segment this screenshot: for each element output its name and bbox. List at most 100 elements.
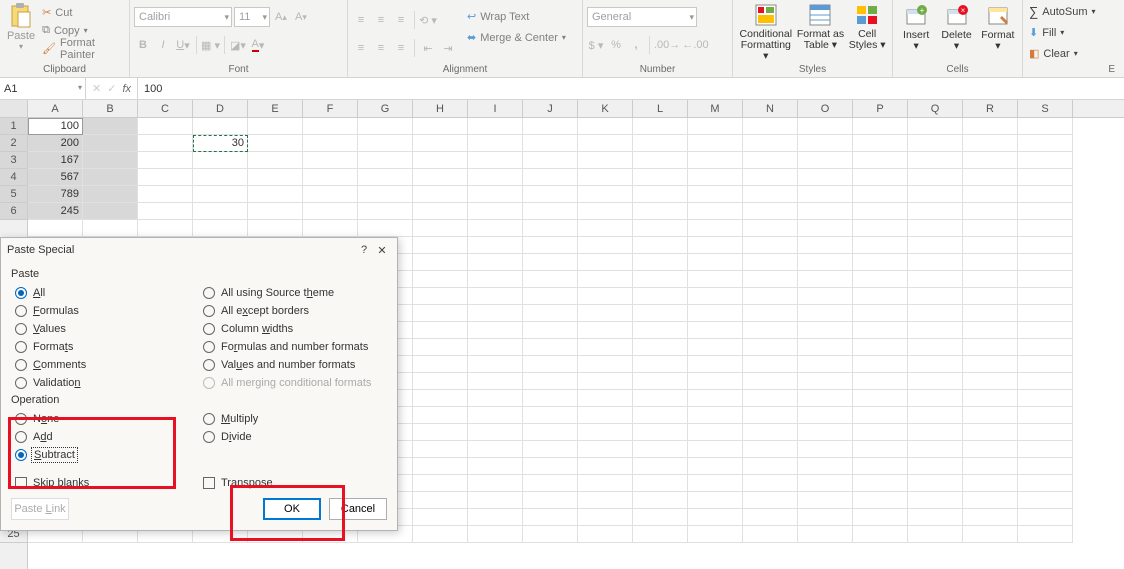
- enter-formula-icon[interactable]: ✓: [107, 82, 116, 95]
- align-left-button[interactable]: ≡: [352, 38, 370, 58]
- cell-J5[interactable]: [523, 186, 578, 203]
- row-header-4[interactable]: 4: [0, 169, 27, 186]
- cell-O1[interactable]: [798, 118, 853, 135]
- comma-button[interactable]: ,: [627, 35, 645, 55]
- cell-L6[interactable]: [633, 203, 688, 220]
- radio-all[interactable]: All: [11, 284, 199, 302]
- cell-H3[interactable]: [413, 152, 468, 169]
- cell-J24[interactable]: [523, 509, 578, 526]
- cell-K24[interactable]: [578, 509, 633, 526]
- radio-vnf[interactable]: Values and number formats: [199, 356, 387, 374]
- cell-O3[interactable]: [798, 152, 853, 169]
- cell-K25[interactable]: [578, 526, 633, 543]
- border-button[interactable]: ▦ ▾: [201, 35, 220, 55]
- row-header-3[interactable]: 3: [0, 152, 27, 169]
- cell-L1[interactable]: [633, 118, 688, 135]
- cell-S5[interactable]: [1018, 186, 1073, 203]
- cell-D5[interactable]: [193, 186, 248, 203]
- align-bottom-button[interactable]: ≡: [392, 10, 410, 30]
- cell-F5[interactable]: [303, 186, 358, 203]
- radio-multiply[interactable]: Multiply: [199, 410, 387, 428]
- cell-N5[interactable]: [743, 186, 798, 203]
- cell-F6[interactable]: [303, 203, 358, 220]
- cell-L3[interactable]: [633, 152, 688, 169]
- clear-button[interactable]: ◧Clear▾: [1027, 45, 1098, 62]
- cell-I6[interactable]: [468, 203, 523, 220]
- cell-J3[interactable]: [523, 152, 578, 169]
- cell-M5[interactable]: [688, 186, 743, 203]
- cell-R2[interactable]: [963, 135, 1018, 152]
- cell-K3[interactable]: [578, 152, 633, 169]
- radio-comments[interactable]: Comments: [11, 356, 199, 374]
- cell-M4[interactable]: [688, 169, 743, 186]
- cell-I2[interactable]: [468, 135, 523, 152]
- radio-divide[interactable]: Divide: [199, 428, 387, 446]
- cell-P5[interactable]: [853, 186, 908, 203]
- cell-M1[interactable]: [688, 118, 743, 135]
- cell-B1[interactable]: [83, 118, 138, 135]
- cell-I4[interactable]: [468, 169, 523, 186]
- cell-I1[interactable]: [468, 118, 523, 135]
- cell-E6[interactable]: [248, 203, 303, 220]
- cell-S1[interactable]: [1018, 118, 1073, 135]
- cell-O2[interactable]: [798, 135, 853, 152]
- fill-button[interactable]: ⬇Fill▾: [1027, 24, 1098, 41]
- cell-A1[interactable]: 100: [28, 118, 83, 135]
- cell-O4[interactable]: [798, 169, 853, 186]
- cell-R3[interactable]: [963, 152, 1018, 169]
- radio-col-widths[interactable]: Column widths: [199, 320, 387, 338]
- radio-values[interactable]: Values: [11, 320, 199, 338]
- orientation-button[interactable]: ⟲ ▾: [419, 10, 437, 30]
- cell-I24[interactable]: [468, 509, 523, 526]
- cell-O5[interactable]: [798, 186, 853, 203]
- cell-Q6[interactable]: [908, 203, 963, 220]
- cell-M6[interactable]: [688, 203, 743, 220]
- increase-font-button[interactable]: A▴: [272, 7, 290, 27]
- cell-R1[interactable]: [963, 118, 1018, 135]
- cell-I25[interactable]: [468, 526, 523, 543]
- fill-color-button[interactable]: ◪ ▾: [229, 35, 247, 55]
- cell-N6[interactable]: [743, 203, 798, 220]
- cell-Q25[interactable]: [908, 526, 963, 543]
- cell-P2[interactable]: [853, 135, 908, 152]
- row-header-1[interactable]: 1: [0, 118, 27, 135]
- cell-M3[interactable]: [688, 152, 743, 169]
- cell-B6[interactable]: [83, 203, 138, 220]
- cell-E5[interactable]: [248, 186, 303, 203]
- bold-button[interactable]: B: [134, 35, 152, 55]
- radio-theme[interactable]: All using Source theme: [199, 284, 387, 302]
- format-as-table-button[interactable]: Format as Table ▾: [797, 1, 845, 51]
- cell-S4[interactable]: [1018, 169, 1073, 186]
- cell-A6[interactable]: 245: [28, 203, 83, 220]
- cell-O6[interactable]: [798, 203, 853, 220]
- cell-R6[interactable]: [963, 203, 1018, 220]
- cell-N3[interactable]: [743, 152, 798, 169]
- help-button[interactable]: ?: [355, 244, 373, 256]
- cell-J4[interactable]: [523, 169, 578, 186]
- ok-button[interactable]: OK: [263, 498, 321, 520]
- cell-K1[interactable]: [578, 118, 633, 135]
- cell-P6[interactable]: [853, 203, 908, 220]
- radio-formulas[interactable]: Formulas: [11, 302, 199, 320]
- col-header-S[interactable]: S: [1018, 100, 1073, 117]
- cell-K2[interactable]: [578, 135, 633, 152]
- checkbox-transpose[interactable]: Transpose: [199, 474, 387, 492]
- cell-H4[interactable]: [413, 169, 468, 186]
- insert-cells-button[interactable]: + Insert▾: [897, 2, 935, 52]
- cell-N2[interactable]: [743, 135, 798, 152]
- cell-L24[interactable]: [633, 509, 688, 526]
- cell-P3[interactable]: [853, 152, 908, 169]
- cell-D1[interactable]: [193, 118, 248, 135]
- col-header-H[interactable]: H: [413, 100, 468, 117]
- number-format-dropdown[interactable]: General: [587, 7, 697, 27]
- cell-F4[interactable]: [303, 169, 358, 186]
- cell-C4[interactable]: [138, 169, 193, 186]
- cell-H6[interactable]: [413, 203, 468, 220]
- cell-N4[interactable]: [743, 169, 798, 186]
- accounting-button[interactable]: $ ▾: [587, 35, 605, 55]
- fx-icon[interactable]: fx: [122, 83, 131, 95]
- increase-decimal-button[interactable]: .00→: [654, 35, 680, 55]
- increase-indent-button[interactable]: ⇥: [439, 38, 457, 58]
- select-all-corner[interactable]: [0, 100, 27, 118]
- decrease-font-button[interactable]: A▾: [292, 7, 310, 27]
